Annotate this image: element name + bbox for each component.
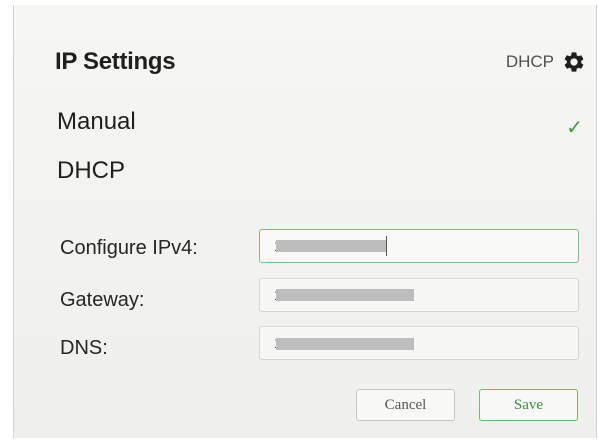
save-button[interactable]: Save [479,389,578,421]
check-icon: ✓ [566,117,583,139]
cancel-button[interactable]: Cancel [356,389,455,421]
mode-indicator[interactable]: DHCP [506,50,586,74]
ip-settings-panel: IP Settings DHCP Manual ✓ DHCP Configure… [13,5,597,438]
dns-label: DNS: [60,337,108,359]
redacted-ipv4-value [276,240,386,252]
text-caret [386,236,387,256]
mode-option-manual[interactable]: Manual [57,108,136,136]
mode-option-dhcp[interactable]: DHCP [57,157,125,185]
ipv4-label: Configure IPv4: [60,237,198,259]
gear-icon[interactable] [562,50,586,74]
redacted-dns-value [276,338,414,350]
current-mode-label: DHCP [505,52,554,71]
redacted-gateway-value [276,289,414,301]
gateway-label: Gateway: [60,289,145,311]
dialog-title: IP Settings [55,48,176,75]
